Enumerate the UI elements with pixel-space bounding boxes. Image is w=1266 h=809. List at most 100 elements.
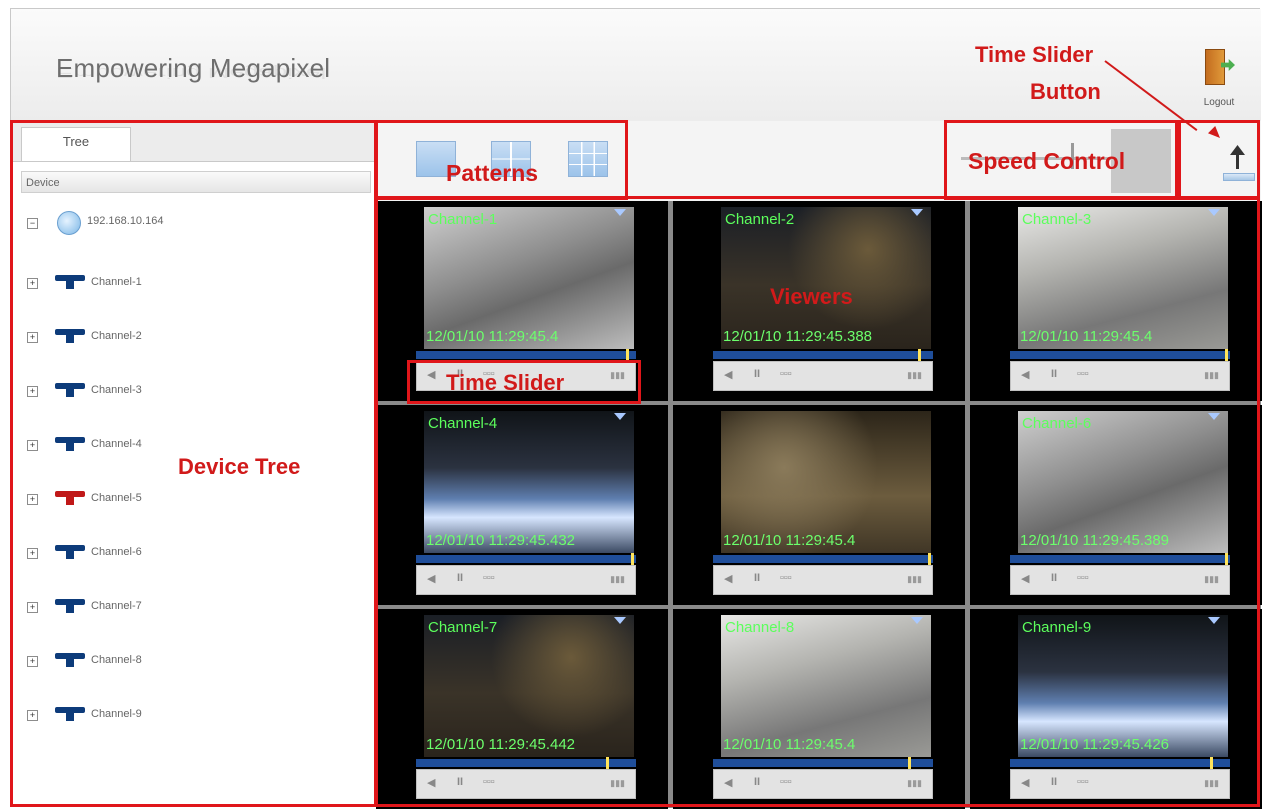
playback-controls: ◀ II ▫▫▫ ▮▮▮: [1010, 565, 1230, 595]
tab-tree[interactable]: Tree: [21, 127, 131, 161]
frame-step-icon[interactable]: ▫▫▫: [1077, 776, 1089, 788]
frame-step-icon[interactable]: ▫▫▫: [483, 572, 495, 584]
pause-icon[interactable]: II: [457, 572, 463, 584]
time-slider[interactable]: [416, 757, 636, 769]
expand-icon[interactable]: +: [27, 602, 38, 613]
channel-label: Channel-6: [91, 546, 142, 558]
expand-icon[interactable]: +: [27, 656, 38, 667]
video-feed[interactable]: Channel-6 12/01/10 11:29:45.389: [1018, 411, 1228, 553]
camera-marker-icon: [911, 209, 923, 216]
pause-icon[interactable]: II: [457, 776, 463, 788]
frame-step-icon[interactable]: ▫▫▫: [1077, 368, 1089, 380]
timestamp-osd: 12/01/10 11:29:45.4: [426, 328, 559, 345]
camera-marker-icon: [1208, 209, 1220, 216]
pause-icon[interactable]: II: [754, 572, 760, 584]
expand-icon[interactable]: +: [27, 386, 38, 397]
time-slider-button-annotation-line1: Time Slider: [975, 42, 1094, 67]
video-feed[interactable]: Channel-2 12/01/10 11:29:45.388: [721, 207, 931, 349]
viewer-cell[interactable]: Channel-6 12/01/10 11:29:45.389 ◀ II ▫▫▫…: [970, 405, 1262, 605]
frame-step-icon[interactable]: ▫▫▫: [483, 776, 495, 788]
video-feed[interactable]: Channel-7 12/01/10 11:29:45.442: [424, 615, 634, 757]
time-slider[interactable]: [1010, 349, 1230, 361]
fps-icon: ▮▮▮: [907, 370, 922, 380]
time-slider-handle[interactable]: [918, 349, 921, 361]
time-slider[interactable]: [713, 757, 933, 769]
time-slider[interactable]: [713, 553, 933, 565]
video-feed[interactable]: Channel-8 12/01/10 11:29:45.4: [721, 615, 931, 757]
viewer-cell[interactable]: Channel-8 12/01/10 11:29:45.4 ◀ II ▫▫▫ ▮…: [673, 609, 965, 809]
rewind-icon[interactable]: ◀: [724, 572, 732, 585]
camera-icon: [55, 383, 85, 397]
expand-icon[interactable]: +: [27, 710, 38, 721]
device-column-header[interactable]: Device: [21, 171, 371, 193]
expand-icon[interactable]: +: [27, 332, 38, 343]
channel-label: Channel-3: [91, 384, 142, 396]
channel-label: Channel-5: [91, 492, 142, 504]
viewer-cell[interactable]: 12/01/10 11:29:45.4 ◀ II ▫▫▫ ▮▮▮: [673, 405, 965, 605]
camera-icon: [55, 653, 85, 667]
time-slider-handle[interactable]: [1210, 757, 1213, 769]
channel-osd: Channel-1: [428, 211, 498, 228]
pause-icon[interactable]: II: [754, 776, 760, 788]
playback-controls: ◀ II ▫▫▫ ▮▮▮: [1010, 361, 1230, 391]
playback-controls: ◀ II ▫▫▫ ▮▮▮: [416, 769, 636, 799]
speed-control-annotation: Speed Control: [968, 148, 1126, 174]
channel-label: Channel-2: [91, 330, 142, 342]
logout-label: Logout: [1203, 97, 1235, 108]
channel-osd: Channel-7: [428, 619, 498, 636]
expand-icon[interactable]: +: [27, 494, 38, 505]
time-slider[interactable]: [1010, 757, 1230, 769]
logout-button[interactable]: Logout: [1194, 49, 1244, 113]
layout-3x3-icon[interactable]: [568, 141, 608, 177]
rewind-icon[interactable]: ◀: [427, 368, 435, 381]
video-feed[interactable]: Channel-1 12/01/10 11:29:45.4: [424, 207, 634, 349]
time-slider-handle[interactable]: [908, 757, 911, 769]
channel-label: Channel-8: [91, 654, 142, 666]
pause-icon[interactable]: II: [1051, 368, 1057, 380]
frame-step-icon[interactable]: ▫▫▫: [780, 368, 792, 380]
expand-icon[interactable]: +: [27, 440, 38, 451]
channel-label: Channel-9: [91, 708, 142, 720]
time-slider[interactable]: [1010, 553, 1230, 565]
rewind-icon[interactable]: ◀: [1021, 776, 1029, 789]
rewind-icon[interactable]: ◀: [724, 776, 732, 789]
rewind-icon[interactable]: ◀: [1021, 368, 1029, 381]
frame-step-icon[interactable]: ▫▫▫: [780, 572, 792, 584]
expand-icon[interactable]: +: [27, 548, 38, 559]
viewer-cell[interactable]: Channel-7 12/01/10 11:29:45.442 ◀ II ▫▫▫…: [376, 609, 668, 809]
expand-icon[interactable]: +: [27, 278, 38, 289]
time-slider-handle[interactable]: [631, 553, 634, 565]
time-slider[interactable]: [416, 349, 636, 361]
collapse-icon[interactable]: −: [27, 218, 38, 229]
pause-icon[interactable]: II: [1051, 572, 1057, 584]
video-feed[interactable]: Channel-3 12/01/10 11:29:45.4: [1018, 207, 1228, 349]
app-window: Empowering Megapixel Empowering Megapixe…: [10, 8, 1262, 809]
time-slider-handle[interactable]: [1225, 553, 1228, 565]
pause-icon[interactable]: II: [754, 368, 760, 380]
frame-step-icon[interactable]: ▫▫▫: [1077, 572, 1089, 584]
video-feed[interactable]: Channel-4 12/01/10 11:29:45.432: [424, 411, 634, 553]
video-feed[interactable]: Channel-9 12/01/10 11:29:45.426: [1018, 615, 1228, 757]
time-slider[interactable]: [416, 553, 636, 565]
rewind-icon[interactable]: ◀: [1021, 572, 1029, 585]
viewer-cell[interactable]: Channel-3 12/01/10 11:29:45.4 ◀ II ▫▫▫ ▮…: [970, 201, 1262, 401]
time-slider-button[interactable]: [1221, 143, 1255, 183]
time-slider-handle[interactable]: [626, 349, 629, 361]
timestamp-osd: 12/01/10 11:29:45.388: [723, 328, 873, 345]
frame-step-icon[interactable]: ▫▫▫: [780, 776, 792, 788]
time-slider-handle[interactable]: [1225, 349, 1228, 361]
channel-osd: Channel-8: [725, 619, 795, 636]
rewind-icon[interactable]: ◀: [724, 368, 732, 381]
pause-icon[interactable]: II: [1051, 776, 1057, 788]
rewind-icon[interactable]: ◀: [427, 572, 435, 585]
viewer-cell[interactable]: Channel-9 12/01/10 11:29:45.426 ◀ II ▫▫▫…: [970, 609, 1262, 809]
arrow-up-head: [1230, 145, 1245, 155]
time-slider[interactable]: [713, 349, 933, 361]
arrow-up-base: [1223, 173, 1255, 181]
video-feed[interactable]: 12/01/10 11:29:45.4: [721, 411, 931, 553]
brand-reflection: Empowering Megapixel: [56, 64, 327, 82]
viewer-cell[interactable]: Channel-4 12/01/10 11:29:45.432 ◀ II ▫▫▫…: [376, 405, 668, 605]
time-slider-handle[interactable]: [606, 757, 609, 769]
rewind-icon[interactable]: ◀: [427, 776, 435, 789]
time-slider-handle[interactable]: [928, 553, 931, 565]
